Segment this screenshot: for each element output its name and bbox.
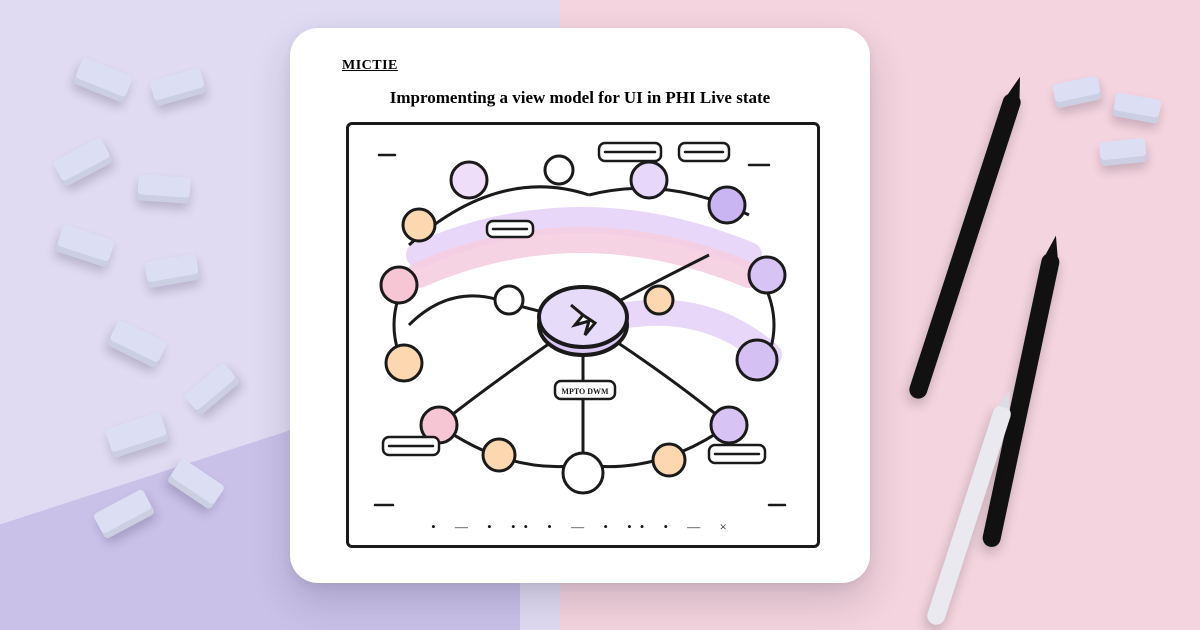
eraser-block bbox=[1099, 138, 1147, 167]
eraser-block bbox=[144, 254, 200, 289]
scene: MICTIE Impromenting a view model for UI … bbox=[0, 0, 1200, 630]
eraser-block bbox=[149, 67, 206, 106]
eraser-block bbox=[105, 412, 169, 458]
brand-label: MICTIE bbox=[342, 58, 398, 74]
diagram-frame: MPTO DWM • — • •• • — • •• • — × bbox=[346, 122, 820, 548]
eraser-block bbox=[107, 320, 168, 369]
eraser-block bbox=[137, 174, 191, 204]
eraser-block bbox=[53, 137, 114, 187]
footer-dots: • — • •• • — • •• • — × bbox=[349, 519, 817, 535]
card-title: Impromenting a view model for UI in PHI … bbox=[290, 88, 870, 108]
center-node-label: MPTO DWM bbox=[561, 387, 609, 396]
whiteboard-card: MICTIE Impromenting a view model for UI … bbox=[290, 28, 870, 583]
eraser-block bbox=[184, 362, 241, 415]
eraser-block bbox=[55, 224, 115, 267]
diagram: MPTO DWM bbox=[349, 125, 817, 545]
eraser-block bbox=[73, 57, 134, 103]
